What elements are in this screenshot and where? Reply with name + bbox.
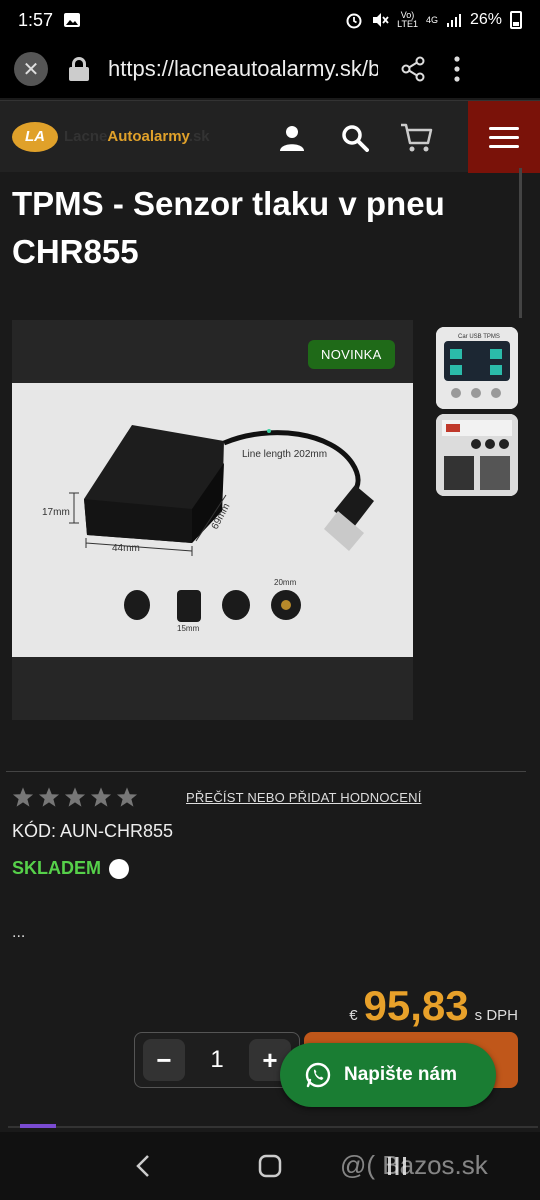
whatsapp-label: Napište nám: [344, 1064, 457, 1085]
star-icon: [12, 787, 34, 807]
price-currency: €: [349, 1007, 358, 1024]
whatsapp-chat-button[interactable]: Napište nám: [280, 1043, 496, 1107]
stock-indicator-dot: [109, 858, 129, 879]
stock-status: SKLADEM: [12, 858, 129, 879]
network-type: 4G: [425, 14, 438, 25]
gallery-icon: [64, 13, 81, 27]
price-vat-note: s DPH: [474, 1007, 518, 1024]
more-options-icon[interactable]: [452, 55, 462, 83]
browser-url-bar: ✕ https://lacneautoalarmy.sk/b: [0, 40, 540, 98]
image-label-line-length: Line length 202mm: [242, 449, 327, 460]
price: € 95,83 s DPH: [349, 982, 518, 1030]
product-description: ...: [12, 924, 26, 941]
logo-mark: LA: [12, 121, 58, 152]
star-icon: [38, 787, 60, 807]
search-icon[interactable]: [338, 121, 372, 155]
product-title: TPMS - Senzor tlaku v pneu CHR855: [12, 185, 445, 270]
signal-icon: [446, 14, 461, 27]
image-label-width: 44mm: [112, 543, 140, 554]
price-value: 95,83: [363, 982, 469, 1029]
quantity-value[interactable]: 1: [210, 1046, 223, 1074]
alarm-icon: [346, 13, 362, 29]
image-label-height: 17mm: [42, 507, 70, 518]
user-icon[interactable]: [275, 121, 309, 155]
product-code: KÓD: AUN-CHR855: [12, 821, 174, 841]
hamburger-menu-button[interactable]: [468, 101, 540, 173]
stock-label: SKLADEM: [12, 858, 101, 878]
back-icon[interactable]: [123, 1146, 163, 1186]
cart-icon[interactable]: [400, 121, 434, 155]
volte-indicator: Vo) LTE1: [397, 10, 418, 29]
thumbnail-1[interactable]: Car USB TPMS: [436, 327, 518, 409]
bottom-divider: [8, 1126, 538, 1128]
star-icon: [116, 787, 138, 807]
battery-percent: 26%: [469, 11, 502, 28]
home-icon[interactable]: [250, 1146, 290, 1186]
site-header: LA LacneAutoalarmy.sk: [0, 100, 540, 173]
review-link[interactable]: PŘEČÍST NEBO PŘIDAT HODNOCENÍ: [186, 790, 422, 805]
quantity-decrease-button[interactable]: −: [143, 1039, 185, 1081]
url-field[interactable]: https://lacneautoalarmy.sk/b: [108, 56, 378, 82]
section-divider: [6, 771, 526, 772]
star-icon: [64, 787, 86, 807]
product-main-image[interactable]: Line length 202mm 17mm 44mm 69mm 20mm 15…: [12, 383, 413, 657]
quantity-stepper: − 1 +: [134, 1032, 300, 1088]
accent-mark: [20, 1124, 56, 1128]
lock-icon[interactable]: [68, 57, 90, 81]
thumbnail-1-title: Car USB TPMS: [458, 334, 500, 340]
mute-icon: [373, 13, 389, 27]
whatsapp-icon: [305, 1062, 331, 1088]
new-badge: NOVINKA: [308, 340, 395, 369]
thumbnail-2[interactable]: [436, 414, 518, 496]
image-label-cap-small: 15mm: [177, 624, 200, 633]
rating-stars[interactable]: [12, 786, 138, 808]
battery-icon: [510, 11, 522, 29]
status-time: 1:57: [18, 9, 54, 30]
share-icon[interactable]: [400, 56, 426, 82]
star-icon: [90, 787, 112, 807]
site-logo[interactable]: LA LacneAutoalarmy.sk: [12, 121, 210, 152]
close-tab-icon[interactable]: ✕: [14, 52, 48, 86]
scrollbar[interactable]: [519, 168, 522, 318]
status-bar: 1:57 Vo) LTE1 4G 26%: [0, 0, 540, 40]
logo-text: LacneAutoalarmy.sk: [64, 128, 210, 145]
image-label-cap-width: 20mm: [274, 578, 297, 587]
watermark: @( Bazos.sk: [340, 1150, 488, 1180]
